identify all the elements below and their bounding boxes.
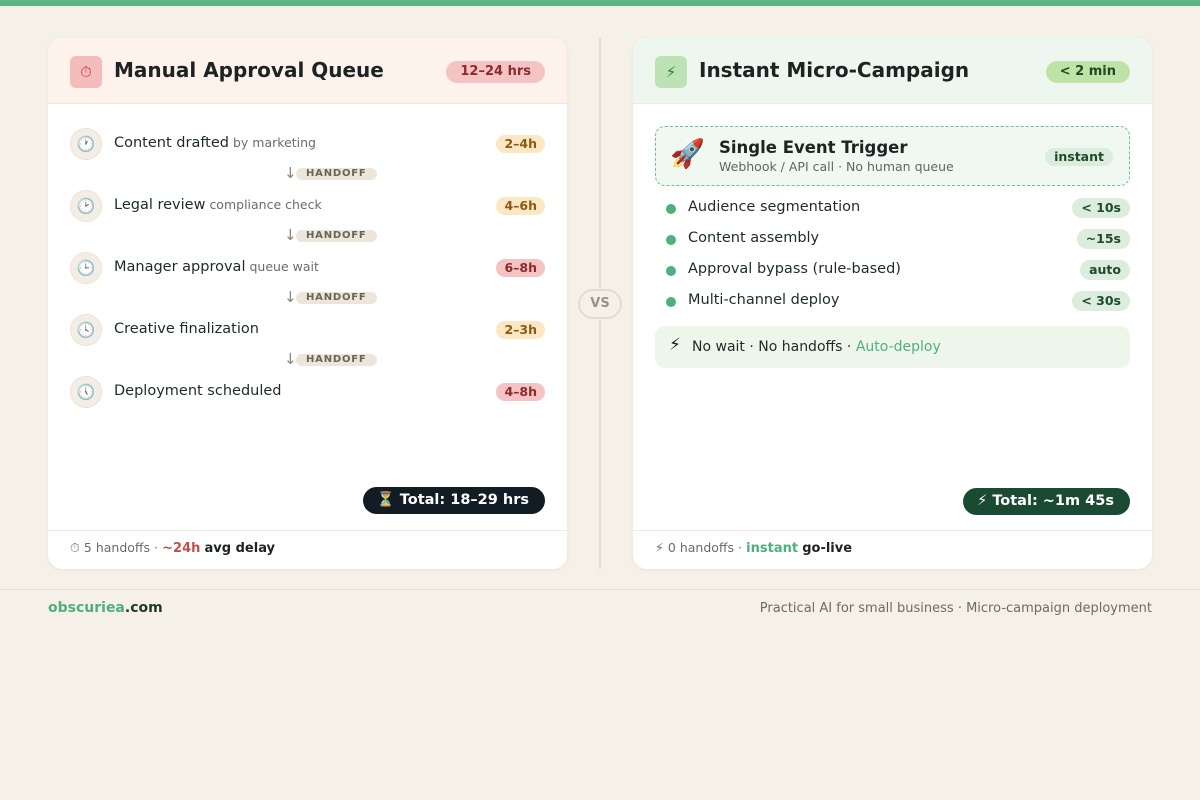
card-footer: ⏱ 5 handoffs · ~24h avg delay (48, 530, 567, 569)
instant-campaign-card: ⚡ Instant Micro-Campaign < 2 min 🚀 Singl… (633, 38, 1152, 569)
feature-row: Multi-channel deploy < 30s (666, 290, 1130, 312)
step-label: Creative finalization (114, 321, 259, 337)
delay-label: avg delay (204, 541, 276, 556)
golive-value: instant (746, 541, 799, 556)
brand-name: obscuriea (48, 600, 125, 616)
step-name: Creative finalization (114, 321, 259, 337)
arrow-down-icon: ↓ (284, 164, 297, 182)
card-header: ⚡ Instant Micro-Campaign < 2 min (633, 38, 1152, 104)
lightning-icon: ⚡ (977, 493, 988, 509)
handoff-count: 0 handoffs · (667, 540, 743, 555)
trigger-badge: instant (1045, 148, 1113, 166)
step-sub: by marketing (233, 135, 316, 150)
stopwatch-icon: ⏱ (70, 540, 80, 555)
feature-label: Approval bypass (rule-based) (688, 261, 901, 277)
footer-summary: ⚡ 0 handoffs · instant go-live (655, 540, 852, 556)
arrow-down-icon: ↓ (284, 288, 297, 306)
note-text: No wait · No handoffs · Auto-deploy (692, 339, 941, 355)
footer-divider (0, 589, 1200, 590)
lightning-icon: ⚡ (655, 56, 687, 88)
brand-link[interactable]: obscuriea.com (48, 600, 163, 616)
feature-label: Audience segmentation (688, 199, 861, 215)
total-badge: ⏳ Total: 18–29 hrs (362, 487, 545, 514)
handoff-label: HANDOFF (296, 354, 377, 366)
bullet-dot-icon (666, 204, 676, 214)
step-time-badge: 4–8h (496, 383, 545, 401)
step-row: 🕑 Legal review compliance check 4–6h (70, 190, 545, 222)
delay-value: ~24h (162, 541, 201, 556)
total-label: Total: ~1m 45s (992, 493, 1114, 509)
feature-row: Audience segmentation < 10s (666, 197, 1130, 219)
step-sub: compliance check (209, 197, 322, 212)
step-time-badge: 2–4h (496, 135, 545, 153)
footer-summary: ⏱ 5 handoffs · ~24h avg delay (70, 540, 275, 556)
card-footer: ⚡ 0 handoffs · instant go-live (633, 530, 1152, 569)
card-title: Instant Micro-Campaign (699, 58, 970, 82)
footer-tagline: Practical AI for small business · Micro-… (759, 601, 1152, 616)
total-badge: ⚡ Total: ~1m 45s (963, 488, 1130, 515)
step-sub: queue wait (249, 259, 319, 274)
clock-icon: 🕓 (70, 314, 102, 346)
vs-badge: VS (578, 289, 622, 319)
top-accent-bar (0, 0, 1200, 6)
arrow-down-icon: ↓ (284, 350, 297, 368)
manual-approval-card: ⏱ Manual Approval Queue 12–24 hrs 🕐 Cont… (48, 38, 567, 569)
step-label: Legal review compliance check (114, 197, 322, 213)
step-label: Content drafted by marketing (114, 135, 316, 151)
step-name: Content drafted (114, 135, 229, 151)
clock-icon: 🕐 (70, 128, 102, 160)
feature-row: Content assembly ~15s (666, 228, 1130, 250)
card-header: ⏱ Manual Approval Queue 12–24 hrs (48, 38, 567, 104)
event-trigger-box: 🚀 Single Event Trigger Webhook / API cal… (655, 126, 1130, 186)
trigger-title: Single Event Trigger (719, 138, 908, 157)
step-time-badge: 2–3h (496, 321, 545, 339)
duration-badge: 12–24 hrs (446, 61, 545, 83)
clock-icon: 🕒 (70, 252, 102, 284)
trigger-subtitle: Webhook / API call · No human queue (719, 159, 954, 174)
step-row: 🕒 Manager approval queue wait 6–8h (70, 252, 545, 284)
step-row: 🕔 Deployment scheduled 4–8h (70, 376, 545, 408)
step-label: Deployment scheduled (114, 383, 282, 399)
golive-label: go-live (802, 541, 853, 556)
step-time-badge: 6–8h (496, 259, 545, 277)
feature-time-badge: < 10s (1072, 198, 1130, 218)
arrow-down-icon: ↓ (284, 226, 297, 244)
bullet-dot-icon (666, 297, 676, 307)
brand-tld: .com (124, 600, 163, 616)
total-label: Total: 18–29 hrs (399, 492, 529, 508)
step-name: Deployment scheduled (114, 383, 282, 399)
feature-row: Approval bypass (rule-based) auto (666, 259, 1130, 281)
lightning-icon: ⚡ (655, 540, 664, 555)
feature-label: Multi-channel deploy (688, 292, 840, 308)
card-title: Manual Approval Queue (114, 58, 384, 82)
stopwatch-icon: ⏱ (70, 56, 102, 88)
handoff-label: HANDOFF (296, 292, 377, 304)
duration-badge: < 2 min (1045, 61, 1130, 83)
step-name: Legal review (114, 197, 206, 213)
lightning-icon: ⚡ (669, 335, 681, 355)
rocket-icon: 🚀 (670, 137, 705, 170)
clock-icon: 🕔 (70, 376, 102, 408)
step-row: 🕐 Content drafted by marketing 2–4h (70, 128, 545, 160)
note-body: No wait · No handoffs · (692, 339, 852, 355)
bullet-dot-icon (666, 235, 676, 245)
feature-time-badge: auto (1080, 260, 1130, 280)
step-row: 🕓 Creative finalization 2–3h (70, 314, 545, 346)
feature-time-badge: < 30s (1072, 291, 1130, 311)
handoff-count: 5 handoffs · (83, 540, 158, 555)
handoff-label: HANDOFF (296, 230, 377, 242)
clock-icon: 🕑 (70, 190, 102, 222)
step-label: Manager approval queue wait (114, 259, 319, 275)
hourglass-icon: ⏳ (376, 492, 395, 508)
feature-time-badge: ~15s (1076, 229, 1130, 249)
summary-note: ⚡ No wait · No handoffs · Auto-deploy (655, 326, 1130, 368)
step-time-badge: 4–6h (496, 197, 545, 215)
auto-deploy-link[interactable]: Auto-deploy (856, 339, 941, 355)
bullet-dot-icon (666, 266, 676, 276)
handoff-label: HANDOFF (296, 168, 377, 180)
feature-label: Content assembly (688, 230, 820, 246)
step-name: Manager approval (114, 259, 246, 275)
